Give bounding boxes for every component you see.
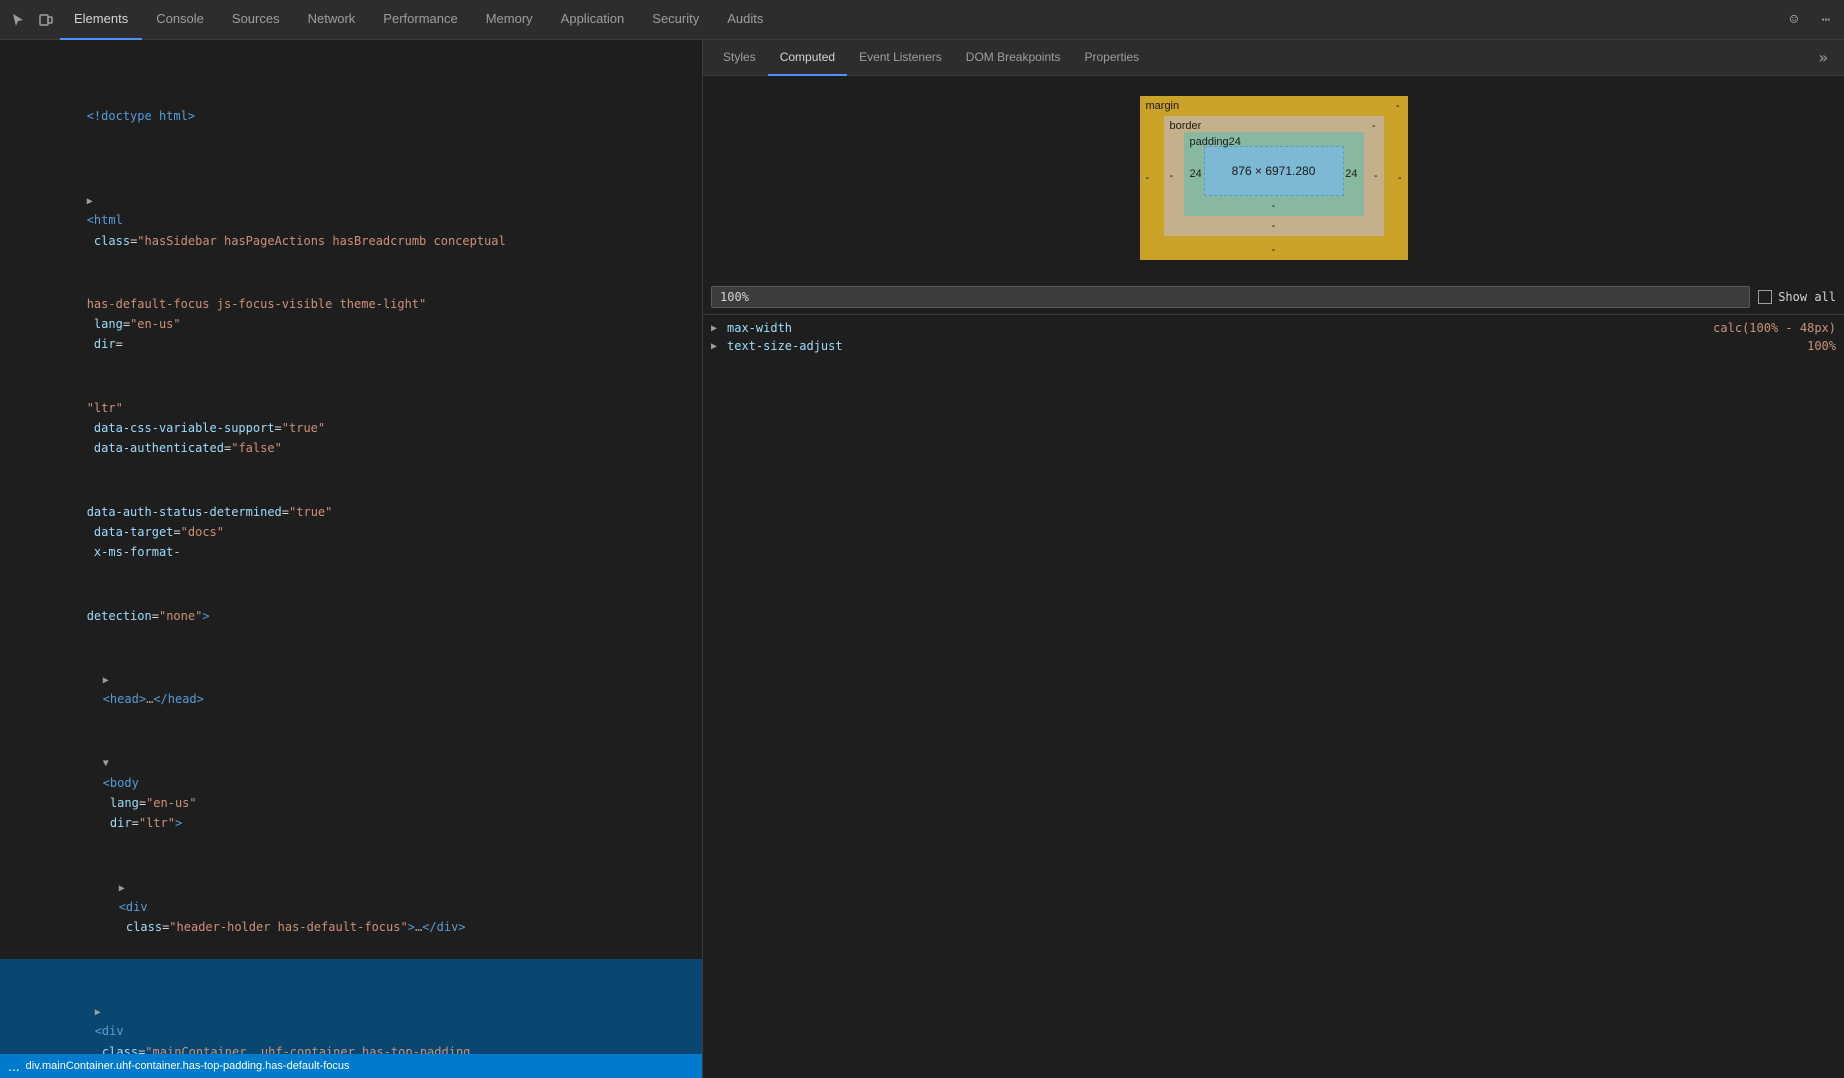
filter-input[interactable] [711, 286, 1750, 308]
tab-audits[interactable]: Audits [713, 0, 777, 40]
box-model-container: margin - - - - border - - - - [703, 76, 1844, 280]
tab-application[interactable]: Application [547, 0, 639, 40]
toolbar-right: ☺ ⋯ [1780, 6, 1840, 34]
dom-line-html[interactable]: ▶ <html class="hasSidebar hasPageActions… [0, 148, 702, 272]
dom-line-main-container[interactable]: ▶ <div class="mainContainer uhf-containe… [0, 959, 702, 1054]
prop-value-text-size-adjust: 100% [1799, 339, 1836, 353]
margin-label: margin [1146, 100, 1180, 112]
collapse-arrow[interactable]: ▶ [119, 880, 131, 897]
padding-right: 24 [1345, 168, 1357, 180]
box-border: border - - - - padding24 24 24 - [1164, 116, 1384, 236]
pointer-icon[interactable] [4, 6, 32, 34]
margin-dash-top-right: - [1396, 100, 1400, 112]
tab-console[interactable]: Console [142, 0, 218, 40]
box-content: 876 × 6971.280 [1204, 146, 1344, 196]
padding-left: 24 [1190, 168, 1202, 180]
dom-line-html-5[interactable]: detection="none"> [0, 584, 702, 647]
css-prop-text-size-adjust[interactable]: ▶ text-size-adjust 100% [703, 337, 1844, 355]
show-all-checkbox[interactable] [1758, 290, 1772, 304]
margin-left-val: - [1146, 172, 1150, 184]
tab-styles[interactable]: Styles [711, 40, 768, 76]
collapse-arrow[interactable] [87, 89, 99, 106]
dom-line-header[interactable]: ▶ <div class="header-holder has-default-… [0, 855, 702, 959]
more-tabs-button[interactable]: » [1810, 48, 1836, 67]
right-panel: Styles Computed Event Listeners DOM Brea… [703, 40, 1844, 1078]
box-padding: padding24 24 24 - 876 × 6971.280 [1184, 132, 1364, 216]
dom-line-head[interactable]: ▶ <head>…</head> [0, 647, 702, 731]
dom-line-doctype[interactable]: <!doctype html> [0, 44, 702, 148]
filter-bar: Show all [703, 280, 1844, 315]
more-options-icon[interactable]: ⋯ [1812, 6, 1840, 34]
show-all-label[interactable]: Show all [1778, 290, 1836, 304]
border-right: - [1374, 170, 1378, 182]
css-prop-max-width[interactable]: ▶ max-width calc(100% - 48px) [703, 319, 1844, 337]
prop-value-max-width: calc(100% - 48px) [1705, 321, 1836, 335]
tab-performance[interactable]: Performance [369, 0, 471, 40]
right-tabs: Styles Computed Event Listeners DOM Brea… [703, 40, 1844, 76]
dom-line-html-4[interactable]: data-auth-status-determined="true" data-… [0, 480, 702, 584]
tab-security[interactable]: Security [638, 0, 713, 40]
collapse-arrow[interactable]: ▶ [95, 1004, 107, 1021]
tab-dom-breakpoints[interactable]: DOM Breakpoints [954, 40, 1073, 76]
collapse-arrow[interactable]: ▼ [103, 755, 115, 772]
margin-right-val: - [1398, 172, 1402, 184]
expand-arrow[interactable]: ▶ [711, 323, 723, 334]
border-label: border [1170, 120, 1202, 132]
collapse-arrow[interactable]: ▶ [103, 672, 115, 689]
tab-properties[interactable]: Properties [1072, 40, 1151, 76]
box-margin: margin - - - - border - - - - [1140, 96, 1408, 260]
collapse-arrow[interactable]: ▶ [87, 193, 99, 210]
main-layout: <!doctype html> ▶ <html class="hasSideba… [0, 40, 1844, 1078]
border-bottom: - [1272, 220, 1276, 232]
padding-label: padding24 [1190, 136, 1241, 148]
css-properties-list: ▶ max-width calc(100% - 48px) ▶ text-siz… [703, 315, 1844, 1078]
border-left: - [1170, 170, 1174, 182]
devtools-toolbar: Elements Console Sources Network Perform… [0, 0, 1844, 40]
dom-line-body[interactable]: ▼ <body lang="en-us" dir="ltr"> [0, 731, 702, 855]
prop-name-text-size-adjust: text-size-adjust [727, 339, 843, 353]
box-model: margin - - - - border - - - - [1140, 96, 1408, 260]
device-icon[interactable] [32, 6, 60, 34]
border-dash: - [1372, 120, 1376, 132]
tab-event-listeners[interactable]: Event Listeners [847, 40, 954, 76]
content-dimensions: 876 × 6971.280 [1232, 164, 1316, 178]
tab-memory[interactable]: Memory [472, 0, 547, 40]
prop-name-max-width: max-width [727, 321, 792, 335]
margin-bottom-val: - [1272, 244, 1276, 256]
breadcrumb-bar: ... div.mainContainer.uhf-container.has-… [0, 1054, 702, 1078]
show-all-container: Show all [1758, 290, 1836, 304]
tab-computed[interactable]: Computed [768, 40, 847, 76]
breadcrumb-more[interactable]: ... [8, 1058, 20, 1074]
dom-line-html-2[interactable]: has-default-focus js-focus-visible theme… [0, 272, 702, 376]
dom-line-html-3[interactable]: "ltr" data-css-variable-support="true" d… [0, 376, 702, 480]
tab-network[interactable]: Network [294, 0, 370, 40]
padding-bottom: - [1272, 200, 1276, 212]
dom-panel: <!doctype html> ▶ <html class="hasSideba… [0, 40, 703, 1078]
tab-sources[interactable]: Sources [218, 0, 294, 40]
smiley-icon[interactable]: ☺ [1780, 6, 1808, 34]
breadcrumb-path: div.mainContainer.uhf-container.has-top-… [26, 1060, 350, 1072]
tab-elements[interactable]: Elements [60, 0, 142, 40]
dom-tree[interactable]: <!doctype html> ▶ <html class="hasSideba… [0, 40, 702, 1054]
expand-arrow[interactable]: ▶ [711, 341, 723, 352]
